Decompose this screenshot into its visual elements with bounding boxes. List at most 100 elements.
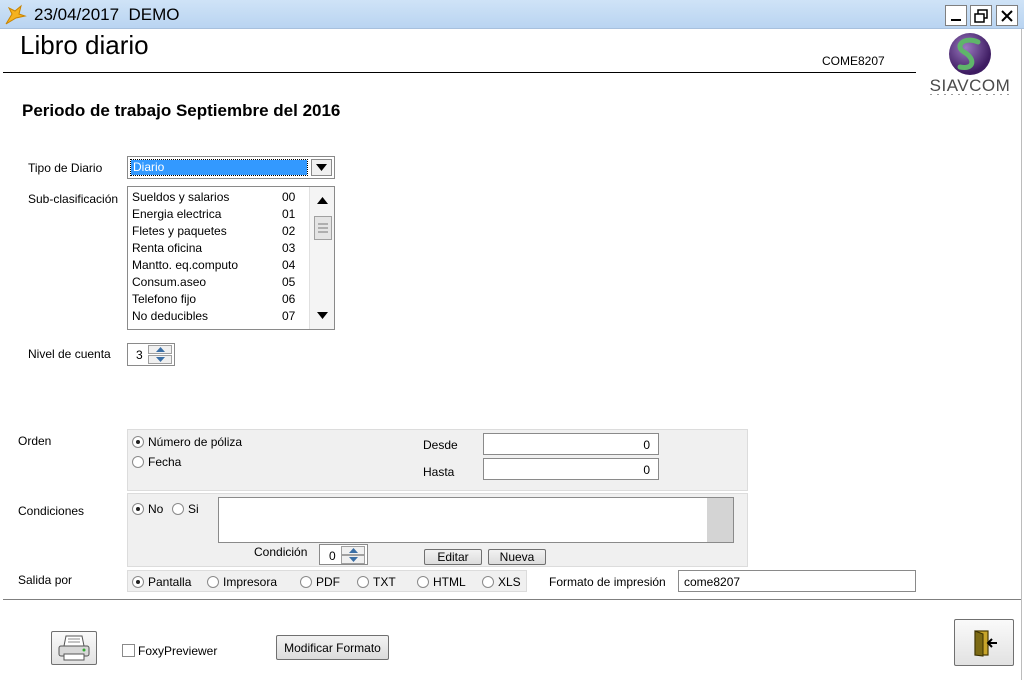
- list-item[interactable]: Energia electrica 01: [132, 206, 304, 223]
- foxypreviewer-label: FoxyPreviewer: [138, 644, 218, 658]
- list-item-name: No deducibles: [132, 309, 209, 323]
- formato-label: Formato de impresión: [549, 575, 666, 589]
- dropdown-button[interactable]: [311, 159, 332, 176]
- print-button[interactable]: [51, 631, 97, 665]
- periodo-heading: Periodo de trabajo Septiembre del 2016: [22, 101, 341, 120]
- list-item-code: 03: [282, 241, 296, 255]
- orden-label: Orden: [18, 434, 52, 448]
- spin-down-button[interactable]: [148, 355, 172, 364]
- salida-panel: Pantalla Impresora PDF TXT HTML XLS: [127, 570, 527, 592]
- list-item-name: Renta oficina: [132, 241, 203, 255]
- radio-label: Si: [188, 502, 199, 516]
- radio-si[interactable]: Si: [172, 502, 199, 516]
- exit-button[interactable]: [954, 619, 1014, 666]
- list-item[interactable]: Renta oficina 03: [132, 240, 304, 257]
- editar-button[interactable]: Editar: [424, 549, 482, 565]
- arrow-up-icon: [349, 548, 358, 553]
- condiciones-panel: No Si Condición 0 Editar Nueva: [127, 493, 748, 567]
- subclasificacion-list[interactable]: Sueldos y salarios 00 Energia electrica 01…: [127, 186, 335, 330]
- desde-input[interactable]: 0: [483, 433, 659, 455]
- header-divider: [3, 72, 916, 73]
- list-item-code: 04: [282, 258, 296, 272]
- list-item[interactable]: Mantto. eq.computo 04: [132, 257, 304, 274]
- exit-door-icon: [974, 629, 997, 657]
- modificar-formato-button[interactable]: Modificar Formato: [276, 635, 389, 660]
- salida-label: Salida por: [18, 573, 73, 587]
- list-item-code: 02: [282, 224, 296, 238]
- radio-label: Pantalla: [148, 575, 192, 589]
- radio-icon: [132, 436, 144, 448]
- list-item[interactable]: Consum.aseo 05: [132, 274, 304, 291]
- radio-icon: [357, 576, 369, 588]
- foxypreviewer-checkbox[interactable]: [122, 644, 135, 657]
- list-item-code: 05: [282, 275, 296, 289]
- arrow-down-icon: [349, 557, 358, 562]
- scroll-down-icon[interactable]: [317, 312, 328, 319]
- orden-panel: Número de póliza Fecha Desde 0 Hasta 0: [127, 429, 748, 491]
- radio-numero-poliza[interactable]: Número de póliza: [132, 435, 242, 449]
- nueva-button[interactable]: Nueva: [488, 549, 546, 565]
- list-item[interactable]: Sueldos y salarios 00: [132, 189, 304, 206]
- list-item-name: Sueldos y salarios: [132, 190, 230, 204]
- radio-label: Impresora: [223, 575, 278, 589]
- list-item-code: 00: [282, 190, 296, 204]
- subclasificacion-label: Sub-clasificación: [28, 192, 119, 206]
- list-item[interactable]: Fletes y paquetes 02: [132, 223, 304, 240]
- radio-label: PDF: [316, 575, 340, 589]
- list-item[interactable]: No deducibles 07: [132, 308, 304, 325]
- condicion-spinner[interactable]: 0: [319, 544, 368, 565]
- radio-label: TXT: [373, 575, 396, 589]
- app-icon: [5, 4, 27, 25]
- radio-no[interactable]: No: [132, 502, 163, 516]
- radio-icon: [482, 576, 494, 588]
- radio-txt[interactable]: TXT: [357, 575, 396, 589]
- spin-up-button[interactable]: [341, 546, 365, 555]
- list-scrollbar[interactable]: [309, 187, 334, 329]
- radio-html[interactable]: HTML: [417, 575, 466, 589]
- scroll-up-icon[interactable]: [317, 197, 328, 204]
- tipo-diario-select[interactable]: Diario: [127, 156, 335, 179]
- spin-down-button[interactable]: [341, 555, 365, 564]
- minimize-button[interactable]: [945, 5, 967, 26]
- spin-up-button[interactable]: [148, 345, 172, 354]
- arrow-down-icon: [156, 357, 165, 362]
- hasta-input[interactable]: 0: [483, 458, 659, 480]
- textarea-scrollbar[interactable]: [707, 498, 733, 542]
- radio-fecha[interactable]: Fecha: [132, 455, 181, 469]
- list-item-name: Consum.aseo: [132, 275, 207, 289]
- window-right-border: [1021, 29, 1022, 680]
- page-title: Libro diario: [20, 30, 149, 60]
- radio-icon: [417, 576, 429, 588]
- radio-xls[interactable]: XLS: [482, 575, 521, 589]
- condiciones-textarea[interactable]: [218, 497, 734, 543]
- footer-divider: [3, 599, 1021, 600]
- list-item-code: 06: [282, 292, 296, 306]
- radio-pantalla[interactable]: Pantalla: [132, 575, 191, 589]
- radio-pdf[interactable]: PDF: [300, 575, 340, 589]
- formato-input[interactable]: come8207: [678, 570, 916, 592]
- chevron-down-icon: [316, 164, 327, 171]
- radio-label: Fecha: [148, 455, 182, 469]
- nivel-cuenta-spinner[interactable]: 3: [127, 343, 175, 366]
- restore-button[interactable]: [970, 5, 992, 26]
- radio-label: Número de póliza: [148, 435, 243, 449]
- radio-icon: [207, 576, 219, 588]
- minimize-icon: [951, 18, 961, 21]
- radio-icon: [132, 576, 144, 588]
- radio-icon: [172, 503, 184, 515]
- list-item-name: Fletes y paquetes: [132, 224, 227, 238]
- grip-icon: [318, 223, 328, 233]
- condicion-value: 0: [329, 549, 336, 563]
- close-button[interactable]: [996, 5, 1018, 26]
- close-icon: [1001, 9, 1013, 22]
- desde-label: Desde: [423, 438, 458, 452]
- condiciones-label: Condiciones: [18, 504, 85, 518]
- radio-impresora[interactable]: Impresora: [207, 575, 277, 589]
- radio-label: XLS: [498, 575, 521, 589]
- radio-icon: [132, 456, 144, 468]
- list-item-code: 01: [282, 207, 296, 221]
- scroll-thumb[interactable]: [314, 216, 332, 240]
- list-item[interactable]: Telefono fijo 06: [132, 291, 304, 308]
- form-code: COME8207: [822, 54, 885, 68]
- list-item-name: Mantto. eq.computo: [132, 258, 239, 272]
